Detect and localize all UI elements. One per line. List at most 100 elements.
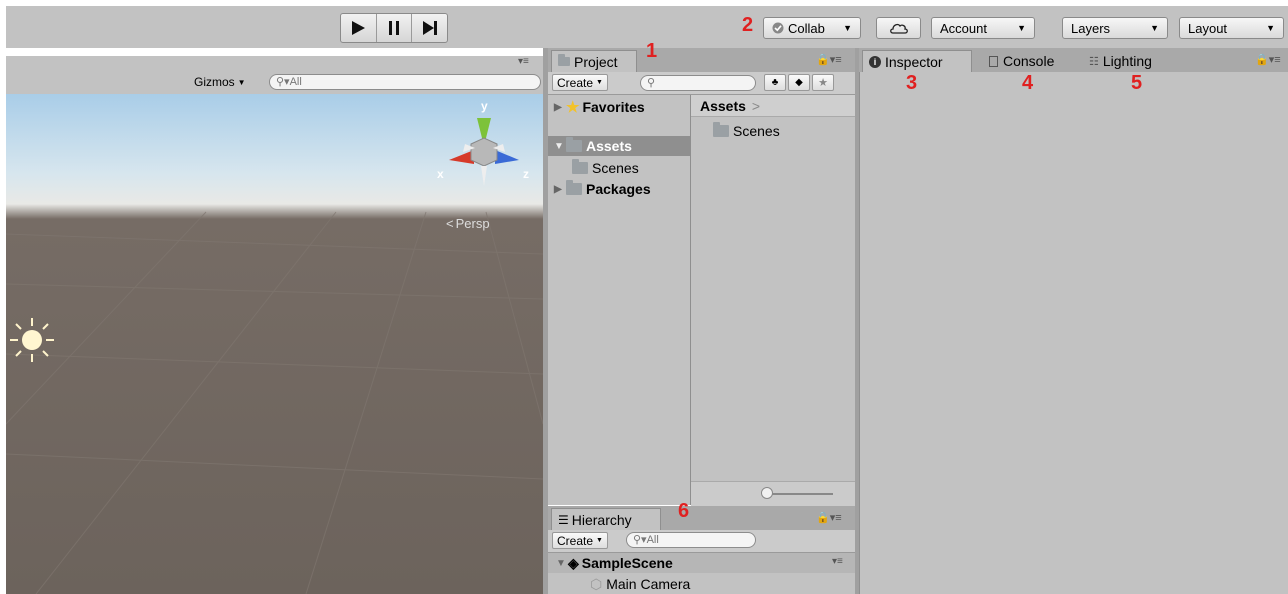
step-icon — [422, 21, 437, 35]
tree-item-favorites[interactable]: ▶ ★ Favorites — [554, 97, 645, 117]
annotation-6: 6 — [678, 500, 690, 522]
tree-item-scenes[interactable]: Scenes — [572, 158, 639, 178]
inspector-tab-strip: i Inspector Console ☷ Lighting 🔒▾≡ — [859, 48, 1288, 72]
zoom-bar — [691, 481, 855, 506]
breadcrumb-assets[interactable]: Assets — [700, 98, 746, 114]
tab-project[interactable]: Project — [551, 50, 637, 72]
hierarchy-create-button[interactable]: Create ▼ — [552, 532, 608, 549]
project-toolbar: Create ▼ ⚲ ♣ ◆ ★ — [548, 72, 855, 95]
collab-label: Collab — [788, 20, 825, 36]
tab-inspector[interactable]: i Inspector — [862, 50, 972, 72]
persp-icon: < — [446, 216, 454, 231]
gizmos-label: Gizmos — [194, 75, 235, 89]
pause-button[interactable] — [377, 14, 413, 42]
console-icon — [989, 55, 998, 67]
annotation-2: 2 — [742, 14, 754, 36]
collapse-arrow-icon: ▼ — [554, 140, 564, 152]
axis-x-label: x — [437, 167, 444, 181]
zoom-slider-track[interactable] — [769, 493, 833, 495]
scene-toolbar: ▾≡ Gizmos ▼ ⚲▾All — [6, 56, 543, 95]
zoom-slider-thumb[interactable] — [761, 487, 773, 499]
layout-label: Layout — [1188, 20, 1228, 36]
chevron-down-icon: ▼ — [1150, 23, 1159, 33]
asset-item-scenes[interactable]: Scenes — [713, 121, 780, 141]
folder-icon — [558, 54, 570, 66]
annotation-3-overlay: 3 — [906, 72, 918, 94]
cloud-button[interactable] — [876, 17, 921, 39]
step-button[interactable] — [412, 14, 447, 42]
collab-button[interactable]: Collab ▼ — [763, 17, 861, 39]
account-dropdown[interactable]: Account ▼ — [931, 17, 1035, 39]
hierarchy-list: ▼ ◈ SampleScene ▾≡ ⬡ Main Camera — [548, 553, 855, 594]
layout-dropdown[interactable]: Layout ▼ — [1179, 17, 1284, 39]
search-icon: ⚲ — [647, 77, 656, 89]
sun-icon[interactable] — [8, 316, 56, 364]
chevron-down-icon: ▼ — [843, 23, 852, 33]
chevron-down-icon: ▼ — [237, 77, 246, 87]
lock-menu-icon[interactable]: 🔒▾≡ — [816, 511, 842, 524]
annotation-5-overlay: 5 — [1131, 72, 1143, 94]
search-icon: ⚲▾ — [633, 534, 647, 546]
panel-menu-icon[interactable]: ▾≡ — [518, 56, 529, 67]
cube-icon: ⬡ — [590, 575, 603, 592]
shapes-icon: ♣ — [771, 77, 779, 88]
breadcrumb: Assets > — [691, 95, 855, 117]
scene-search-input[interactable]: ⚲▾All — [269, 74, 541, 90]
persp-label: Persp — [455, 216, 490, 231]
hierarchy-item-scene[interactable]: ▼ ◈ SampleScene — [556, 553, 673, 573]
search-icon: ⚲▾ — [276, 76, 290, 88]
star-icon: ★ — [566, 99, 580, 116]
play-button[interactable] — [341, 14, 377, 42]
hierarchy-tab-strip: ☰ Hierarchy 🔒▾≡ — [548, 506, 855, 530]
hierarchy-toolbar: Create ▼ ⚲▾All — [548, 530, 855, 553]
playback-controls — [340, 13, 448, 43]
folder-icon — [566, 180, 582, 195]
project-asset-grid: Assets > Scenes — [691, 95, 855, 506]
lock-menu-icon[interactable]: 🔒▾≡ — [1255, 53, 1281, 66]
tree-item-packages[interactable]: ▶ Packages — [554, 179, 651, 199]
info-icon: i — [869, 55, 881, 68]
list-icon: ☰ — [558, 512, 569, 527]
project-tab-strip: Project 🔒▾≡ — [548, 48, 855, 72]
collapse-arrow-icon: ▼ — [556, 557, 566, 569]
star-icon: ★ — [818, 77, 828, 89]
chevron-down-icon: ▼ — [596, 537, 603, 544]
filter-label-button[interactable]: ◆ — [788, 74, 810, 91]
annotation-4-overlay: 4 — [1022, 72, 1034, 94]
unity-logo-icon: ◈ — [568, 554, 579, 571]
inspector-content — [859, 72, 1288, 594]
chevron-down-icon: ▼ — [596, 79, 603, 86]
favorite-button[interactable]: ★ — [812, 74, 834, 91]
persp-toggle[interactable]: < Persp — [446, 216, 490, 231]
tab-hierarchy[interactable]: ☰ Hierarchy — [551, 508, 661, 530]
project-folder-tree: ▶ ★ Favorites ▼ Assets Scenes ▶ Packages — [548, 95, 691, 505]
axis-z-label: z — [523, 167, 529, 181]
hierarchy-search-input[interactable]: ⚲▾All — [626, 532, 756, 548]
annotation-1: 1 — [646, 40, 658, 62]
filter-type-button[interactable]: ♣ — [764, 74, 786, 91]
orientation-gizmo[interactable]: y x z — [429, 98, 534, 198]
hierarchy-item-main-camera[interactable]: ⬡ Main Camera — [590, 574, 690, 594]
folder-icon — [566, 137, 582, 152]
tag-icon: ◆ — [795, 77, 803, 88]
tab-lighting[interactable]: ☷ Lighting — [1083, 50, 1158, 72]
tab-console[interactable]: Console — [983, 50, 1060, 72]
expand-arrow-icon: ▶ — [554, 183, 562, 195]
breadcrumb-separator: > — [751, 97, 761, 114]
account-label: Account — [940, 20, 987, 36]
cloud-icon — [889, 23, 908, 34]
chevron-down-icon: ▼ — [1266, 23, 1275, 33]
project-search-input[interactable]: ⚲ — [640, 75, 756, 91]
play-icon — [352, 21, 366, 35]
project-create-button[interactable]: Create ▼ — [552, 74, 608, 91]
expand-arrow-icon: ▶ — [554, 101, 562, 113]
folder-icon — [572, 159, 588, 174]
tree-item-assets[interactable]: ▼ Assets — [548, 136, 690, 156]
layers-dropdown[interactable]: Layers ▼ — [1062, 17, 1168, 39]
scene-viewport[interactable]: y x z < Persp — [6, 94, 543, 594]
gizmos-dropdown[interactable]: Gizmos ▼ — [194, 75, 246, 89]
scene-menu-icon[interactable]: ▾≡ — [832, 556, 843, 567]
axis-y-label: y — [481, 99, 488, 113]
lock-menu-icon[interactable]: 🔒▾≡ — [816, 53, 842, 66]
folder-icon — [713, 122, 729, 137]
